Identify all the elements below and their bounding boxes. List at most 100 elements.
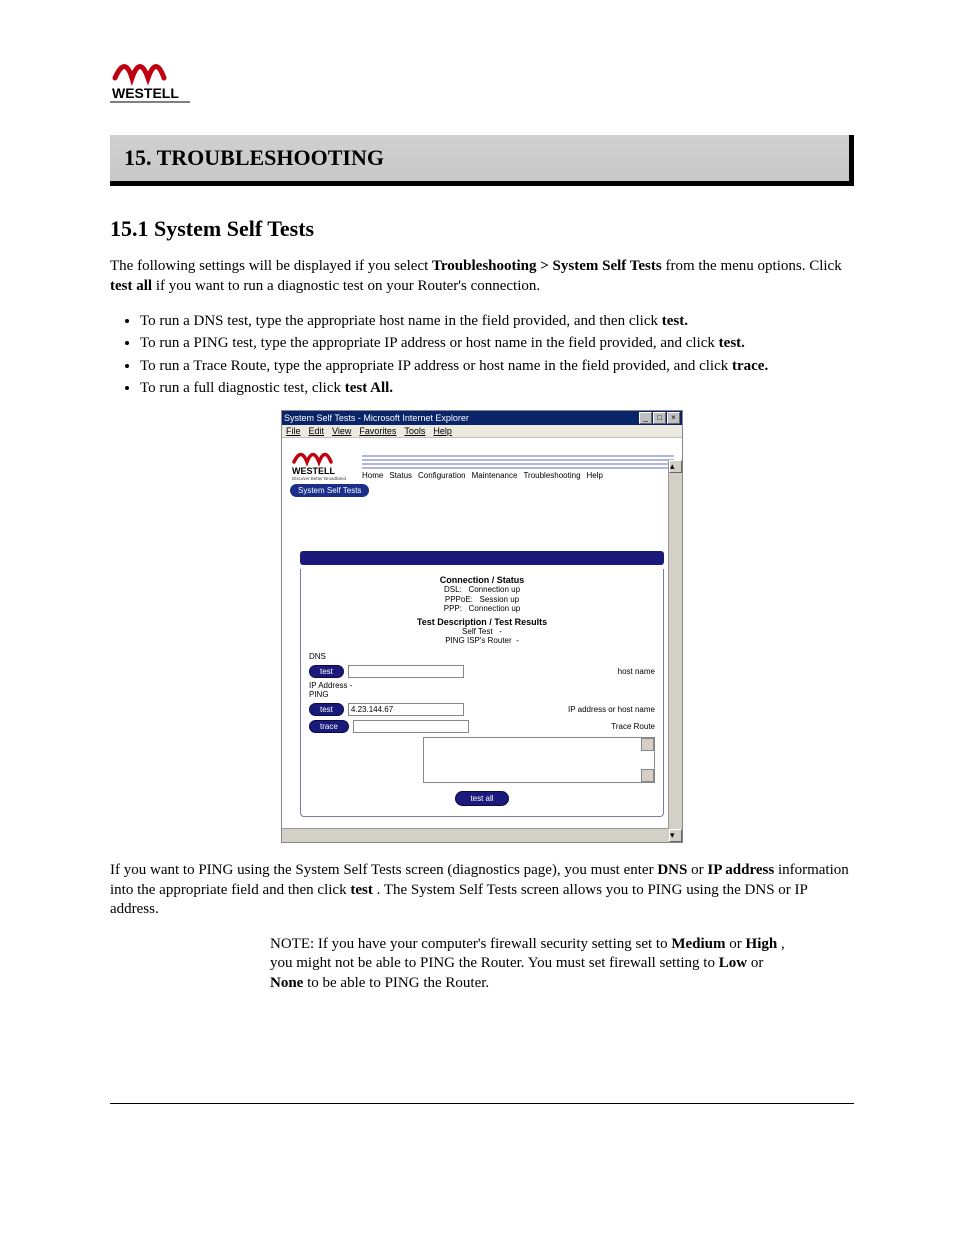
tab-system-self-tests[interactable]: System Self Tests — [290, 484, 369, 497]
bullet-text: To run a DNS test, type the appropriate … — [140, 313, 662, 329]
nav-troubleshooting[interactable]: Troubleshooting — [523, 471, 580, 480]
result-value: - — [499, 627, 502, 636]
note-bold-low: Low — [719, 955, 747, 971]
ping-label: PING — [309, 690, 655, 699]
status-key: PPP: — [444, 604, 462, 613]
bullet-ping: To run a PING test, type the appropriate… — [140, 333, 854, 353]
result-value: - — [516, 636, 519, 645]
status-key: DSL: — [444, 585, 462, 594]
nav-help[interactable]: Help — [587, 471, 603, 480]
ping-test-button[interactable]: test — [309, 703, 344, 716]
ie-menu-bar: File Edit View Favorites Tools Help — [282, 425, 682, 438]
ipaddress-label: IP Address - — [309, 681, 655, 690]
note-text: NOTE: If you have your computer's firewa… — [270, 936, 671, 952]
scroll-up-icon[interactable]: ▴ — [669, 460, 682, 473]
svg-text:WESTELL: WESTELL — [292, 466, 335, 476]
intro-paragraph: The following settings will be displayed… — [110, 257, 854, 296]
note-text: If you want to PING using the System Sel… — [110, 862, 657, 878]
nav-status[interactable]: Status — [389, 471, 412, 480]
note-firewall: NOTE: If you have your computer's firewa… — [270, 935, 794, 994]
intro-breadcrumb: Troubleshooting > System Self Tests — [432, 258, 662, 274]
menu-help[interactable]: Help — [433, 426, 452, 436]
scrollbar-vertical[interactable]: ▴ ▾ — [668, 460, 682, 842]
trace-ip-input[interactable] — [353, 720, 469, 733]
footer-rule — [110, 1103, 854, 1104]
note-bold-high: High — [746, 936, 778, 952]
window-title: System Self Tests - Microsoft Internet E… — [284, 413, 469, 423]
scroll-down-icon[interactable] — [641, 769, 654, 782]
minimize-icon[interactable]: _ — [639, 412, 652, 424]
menu-favorites[interactable]: Favorites — [359, 426, 396, 436]
intro-text: The following settings will be displayed… — [110, 258, 432, 274]
bullet-bold: test. — [719, 335, 745, 351]
page-header: WESTELL Discover Better Broadband Home S… — [290, 444, 674, 480]
trace-button[interactable]: trace — [309, 720, 349, 733]
ping-ip-input[interactable] — [348, 703, 464, 716]
scroll-down-icon[interactable]: ▾ — [669, 829, 682, 842]
menu-file[interactable]: File — [286, 426, 301, 436]
status-row-pppoe: PPPoE: Session up — [309, 595, 655, 605]
westell-logo: WESTELL — [110, 50, 854, 105]
router-nav: Home Status Configuration Maintenance Tr… — [362, 471, 674, 480]
dns-hostname-input[interactable] — [348, 665, 464, 678]
nav-configuration[interactable]: Configuration — [418, 471, 466, 480]
status-key: PPPoE: — [445, 595, 473, 604]
westell-logo-icon: WESTELL Discover Better Broadband — [290, 444, 352, 480]
status-row-dsl: DSL: Connection up — [309, 585, 655, 595]
menu-tools[interactable]: Tools — [404, 426, 425, 436]
nav-maintenance[interactable]: Maintenance — [472, 471, 518, 480]
status-row-ppp: PPP: Connection up — [309, 604, 655, 614]
trace-output-box — [423, 737, 655, 783]
bullet-bold: test. — [662, 313, 688, 329]
status-value: Connection up — [469, 604, 521, 613]
panel-header-bar — [300, 551, 664, 565]
result-key: Self Test — [462, 627, 493, 636]
scroll-up-icon[interactable] — [641, 738, 654, 751]
tagline: Discover Better Broadband — [292, 476, 347, 480]
dns-test-row: test host name — [309, 665, 655, 678]
ping-hint: IP address or host name — [568, 705, 655, 714]
ping-test-row: test IP address or host name — [309, 703, 655, 716]
section-banner: 15. TROUBLESHOOTING — [110, 135, 854, 186]
bullet-text: To run a full diagnostic test, click — [140, 380, 345, 396]
maximize-icon[interactable]: □ — [653, 412, 666, 424]
result-key: PING ISP's Router — [445, 636, 511, 645]
result-row-selftest: Self Test - — [309, 627, 655, 637]
menu-edit[interactable]: Edit — [309, 426, 325, 436]
bullet-text: To run a PING test, type the appropriate… — [140, 335, 719, 351]
dns-hint: host name — [618, 667, 655, 676]
decorative-stripes — [362, 455, 674, 469]
test-all-button[interactable]: test all — [455, 791, 508, 806]
result-row-pingisp: PING ISP's Router - — [309, 636, 655, 646]
bullet-dns: To run a DNS test, type the appropriate … — [140, 311, 854, 331]
note-bold-none: None — [270, 975, 303, 991]
intro-testall: test all — [110, 278, 152, 294]
menu-view[interactable]: View — [332, 426, 351, 436]
intro-text2: from the menu options. Click — [665, 258, 841, 274]
bullet-list: To run a DNS test, type the appropriate … — [140, 311, 854, 398]
intro-text3: if you want to run a diagnostic test on … — [156, 278, 540, 294]
nav-home[interactable]: Home — [362, 471, 383, 480]
note-text: or — [751, 955, 764, 971]
trace-row: trace Trace Route — [309, 720, 655, 733]
dns-test-button[interactable]: test — [309, 665, 344, 678]
section-banner-title: 15. TROUBLESHOOTING — [124, 145, 835, 171]
note-text: to be able to PING the Router. — [307, 975, 489, 991]
bullet-text: To run a Trace Route, type the appropria… — [140, 358, 732, 374]
svg-text:WESTELL: WESTELL — [112, 85, 179, 101]
subsection-title: 15.1 System Self Tests — [110, 216, 854, 242]
note-bold-ip: IP address — [707, 862, 774, 878]
bullet-testall: To run a full diagnostic test, click tes… — [140, 378, 854, 398]
note-bold-medium: Medium — [671, 936, 725, 952]
note-bold-test: test — [350, 882, 373, 898]
scrollbar-horizontal[interactable] — [282, 828, 669, 842]
note-bold-dns: DNS — [657, 862, 687, 878]
close-icon[interactable]: × — [667, 412, 680, 424]
bullet-bold: test All. — [345, 380, 393, 396]
test-results-heading: Test Description / Test Results — [309, 617, 655, 627]
status-value: Session up — [480, 595, 520, 604]
window-titlebar: System Self Tests - Microsoft Internet E… — [282, 411, 682, 425]
trace-hint: Trace Route — [611, 722, 655, 731]
status-value: Connection up — [468, 585, 520, 594]
note-text: or — [691, 862, 707, 878]
